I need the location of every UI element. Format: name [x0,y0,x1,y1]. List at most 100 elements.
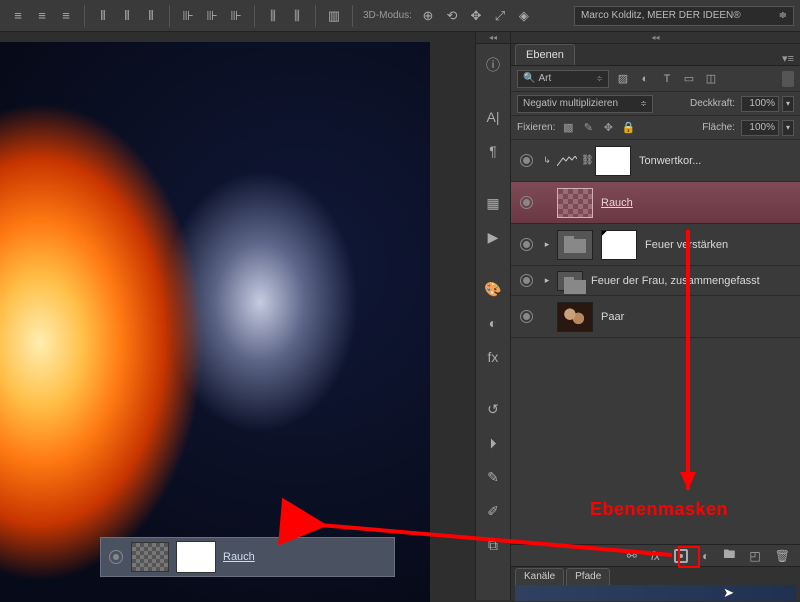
align-icon[interactable]: ≡ [8,6,28,26]
filter-smart-icon[interactable]: ◫ [703,71,719,87]
lock-move-icon[interactable]: ✥ [601,121,615,135]
distribute-icon[interactable]: ⊪ [202,6,222,26]
filter-toggle[interactable] [782,71,794,87]
paths-tab[interactable]: Pfade [566,568,610,585]
eye-icon[interactable] [520,196,533,209]
layer-name[interactable]: Feuer der Frau, zusammengefasst [587,275,794,287]
channels-panel: Kanäle Pfade ➤ [511,566,800,600]
annotation-highlight [678,546,700,568]
mode3d-icon[interactable]: ◈ [514,6,534,26]
eye-icon[interactable] [520,238,533,251]
paragraph-panel-icon[interactable]: ¶ [480,138,506,164]
mode3d-icon[interactable]: ✥ [466,6,486,26]
filter-adjust-icon[interactable]: ◐ [637,71,653,87]
mode3d-icon[interactable]: ⊕ [418,6,438,26]
lock-all-icon[interactable]: 🔒 [621,121,635,135]
layer-name[interactable]: Tonwertkor... [635,155,794,167]
workspace-label: Marco Kolditz, MEER DER IDEEN® [581,10,741,21]
layer-name[interactable]: Rauch [597,197,794,209]
lock-label: Fixieren: [517,122,555,133]
brush-presets-panel-icon[interactable]: ✐ [480,498,506,524]
eye-icon [109,550,123,564]
layer-filter-row: 🔍 Art ≑ ▨ ◐ T ▭ ◫ [511,66,800,92]
disclosure-icon[interactable]: ▸ [541,239,553,250]
clip-icon: ↳ [541,155,553,166]
distribute-icon[interactable]: ⫴ [117,6,137,26]
layer-drag-tooltip: Rauch [100,537,395,577]
distribute-icon[interactable]: ⫴ [141,6,161,26]
layer-row[interactable]: ↳ ⛓ Tonwertkor... [511,140,800,182]
distribute-icon[interactable]: ⊪ [178,6,198,26]
distribute-icon[interactable]: ⫴ [93,6,113,26]
eye-icon[interactable] [520,310,533,323]
brushes-panel-icon[interactable]: ✎ [480,464,506,490]
styles-panel-icon[interactable]: fx [480,344,506,370]
layer-row[interactable]: ▸ Feuer verstärken [511,224,800,266]
layer-name[interactable]: Feuer verstärken [641,239,794,251]
new-layer-icon[interactable]: ◰ [749,549,760,563]
mode3d-icon[interactable]: ⤢ [490,6,510,26]
filter-kind-label: Art [538,73,551,84]
new-group-icon[interactable]: 🖿 [723,545,735,566]
delete-layer-icon[interactable]: 🗑 [775,549,790,563]
collapse-handle[interactable]: ◂◂ [511,32,800,44]
eye-icon[interactable] [520,154,533,167]
cursor-icon: ➤ [723,585,734,601]
opacity-field[interactable]: 100% [741,96,779,112]
layer-row[interactable]: ▸ Feuer der Frau, zusammengefasst [511,266,800,296]
distribute-icon[interactable]: ⊪ [226,6,246,26]
chevron-down-icon: ≑ [596,74,603,83]
filter-shape-icon[interactable]: ▭ [681,71,697,87]
group-thumb[interactable] [557,230,593,260]
panel-menu-icon[interactable]: ▾≡ [782,52,794,65]
layer-thumb[interactable] [557,302,593,332]
blend-mode-value: Negativ multiplizieren [523,98,618,109]
lock-transparent-icon[interactable]: ▩ [561,121,575,135]
eye-icon[interactable] [520,274,533,287]
opacity-slider[interactable]: ▾ [782,96,794,112]
collapse-handle[interactable]: ◂◂ [476,32,510,44]
layer-thumb[interactable] [557,188,593,218]
chevron-down-icon: ≑ [779,10,787,21]
group-thumb[interactable] [557,271,583,291]
character-panel-icon[interactable]: A| [480,104,506,130]
channels-tab[interactable]: Kanäle [515,568,564,585]
fill-slider[interactable]: ▾ [782,120,794,136]
navigator-panel-icon[interactable]: ▶ [480,224,506,250]
distribute-icon[interactable]: ⫼ [263,6,283,26]
document-canvas[interactable] [0,42,430,602]
clone-panel-icon[interactable]: ⧉ [480,532,506,558]
channel-strip[interactable]: ➤ [515,585,796,601]
swatches-panel-icon[interactable]: ▦ [480,190,506,216]
filter-pixel-icon[interactable]: ▨ [615,71,631,87]
link-icon: ⛓ [581,155,591,166]
color-panel-icon[interactable]: 🎨 [480,276,506,302]
workspace-dropdown[interactable]: Marco Kolditz, MEER DER IDEEN® ≑ [574,6,794,26]
mask-thumb[interactable] [601,230,637,260]
filter-kind-dropdown[interactable]: 🔍 Art ≑ [517,70,609,88]
adjustment-layer-icon[interactable]: ◐ [702,549,709,563]
collapsed-panels: ◂◂ ⓘ A| ¶ ▦ ▶ 🎨 ◐ fx ↺ ⏵ ✎ ✐ ⧉ [475,32,511,600]
filter-type-icon[interactable]: T [659,71,675,87]
distribute-icon[interactable]: ⫼ [287,6,307,26]
disclosure-icon[interactable]: ▸ [541,275,553,286]
lock-brush-icon[interactable]: ✎ [581,121,595,135]
adjustments-panel-icon[interactable]: ◐ [480,310,506,336]
layer-name[interactable]: Paar [597,311,794,323]
fx-icon[interactable]: fx [651,549,660,563]
actions-panel-icon[interactable]: ⏵ [480,430,506,456]
align-icon[interactable]: ≡ [56,6,76,26]
layers-bottom-bar: ⚯ fx ◐ 🖿 ◰ 🗑 [511,544,800,566]
info-panel-icon[interactable]: ⓘ [480,52,506,78]
mode3d-icon[interactable]: ⟲ [442,6,462,26]
layer-row[interactable]: Paar [511,296,800,338]
layer-row[interactable]: Rauch [511,182,800,224]
mask-thumb[interactable] [595,146,631,176]
blend-mode-dropdown[interactable]: Negativ multiplizieren ≑ [517,95,653,113]
history-panel-icon[interactable]: ↺ [480,396,506,422]
layers-tab[interactable]: Ebenen [515,44,575,65]
link-layers-icon[interactable]: ⚯ [627,549,637,563]
fill-field[interactable]: 100% [741,120,779,136]
auto-align-icon[interactable]: ▥ [324,6,344,26]
align-icon[interactable]: ≡ [32,6,52,26]
